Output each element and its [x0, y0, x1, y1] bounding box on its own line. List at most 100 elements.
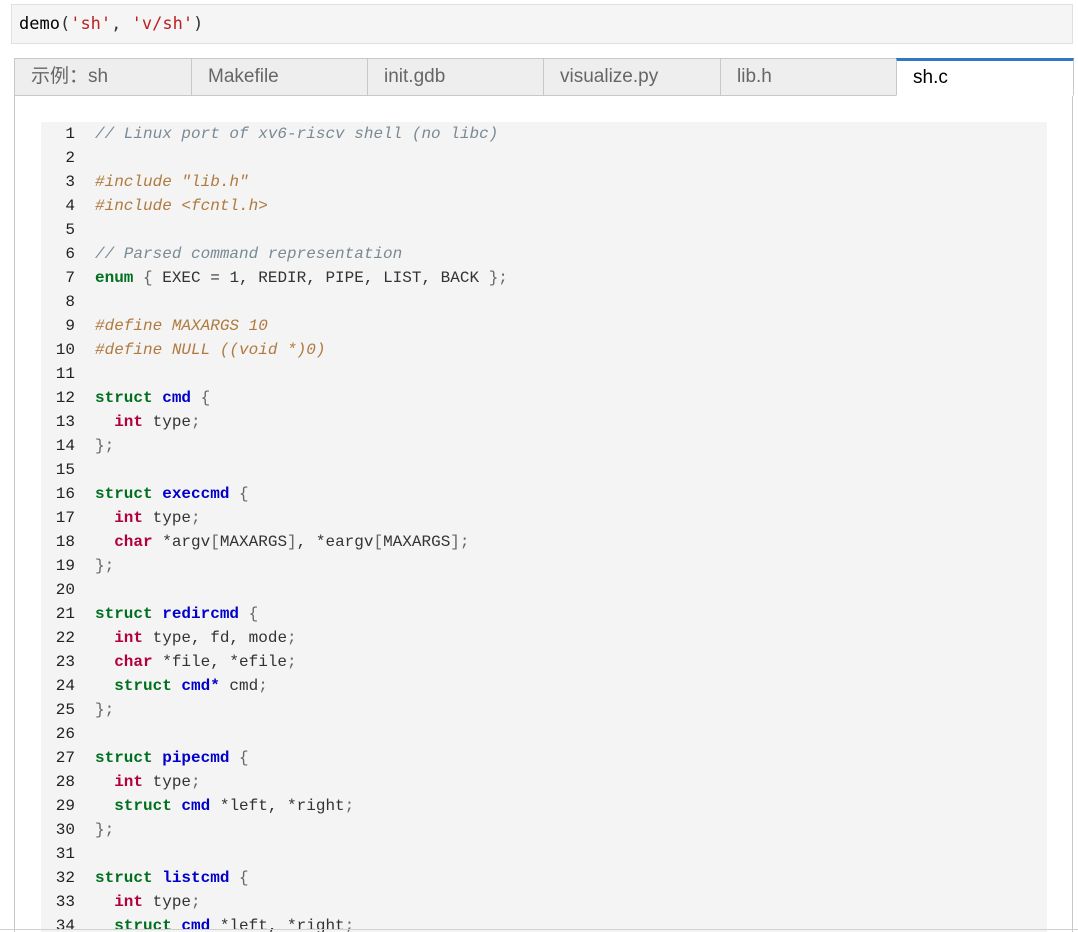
code-token-plain: EXEC = 1, REDIR, PIPE, LIST, BACK: [152, 269, 489, 287]
code-token-kw: struct: [95, 605, 153, 623]
line-source: #include "lib.h": [95, 170, 249, 194]
code-token-type: int: [114, 629, 144, 647]
line-source: #define NULL ((void *)0): [95, 338, 325, 362]
line-source: enum { EXEC = 1, REDIR, PIPE, LIST, BACK…: [95, 266, 508, 290]
line-number: 2: [65, 149, 75, 167]
line-source: int type;: [95, 770, 200, 794]
line-source: #include <fcntl.h>: [95, 194, 268, 218]
code-line: 15: [41, 458, 1047, 482]
line-number: 19: [55, 557, 75, 575]
code-token-punc: ];: [450, 533, 470, 551]
code-token-punc: {: [143, 269, 153, 287]
code-line: 6 // Parsed command representation: [41, 242, 1047, 266]
code-token-kw: enum: [95, 269, 134, 287]
line-number: 12: [55, 389, 75, 407]
code-token-plain: type: [143, 773, 192, 791]
code-line: 17 int type;: [41, 506, 1047, 530]
tab-init-gdb[interactable]: init.gdb: [367, 58, 544, 96]
code-token-name: redircmd: [162, 605, 240, 623]
code-token-punc: };: [95, 821, 115, 839]
code-token-kw: struct: [95, 389, 153, 407]
line-source: };: [95, 698, 114, 722]
code-token-type: int: [114, 893, 144, 911]
code-token-punc: {: [229, 869, 249, 887]
code-token-pre: #define MAXARGS 10: [95, 317, 268, 335]
line-number: 27: [55, 749, 75, 767]
cell-arg-1: 'sh': [70, 14, 112, 34]
code-token-plain: type: [143, 413, 192, 431]
code-token-kw: struct: [95, 869, 153, 887]
code-token-punc: ;: [191, 509, 201, 527]
tab-makefile[interactable]: Makefile: [191, 58, 368, 96]
code-token-kw: struct: [95, 485, 153, 503]
line-number: 17: [55, 509, 75, 527]
code-line: 7 enum { EXEC = 1, REDIR, PIPE, LIST, BAC…: [41, 266, 1047, 290]
code-token-name: listcmd: [162, 869, 230, 887]
code-listing[interactable]: 1 // Linux port of xv6-riscv shell (no li…: [41, 122, 1047, 932]
code-token-plain: , *eargv: [296, 533, 374, 551]
line-source: struct redircmd {: [95, 602, 258, 626]
line-source: // Linux port of xv6-riscv shell (no lib…: [95, 122, 498, 146]
line-number: 11: [55, 365, 75, 383]
code-line: 3 #include "lib.h": [41, 170, 1047, 194]
code-token-plain: MAXARGS: [383, 533, 451, 551]
line-source: struct cmd {: [95, 386, 210, 410]
line-source: int type;: [95, 506, 201, 530]
code-line: 19};: [41, 554, 1047, 578]
code-token-plain: *argv: [152, 533, 211, 551]
code-line: 22 int type, fd, mode;: [41, 626, 1047, 650]
code-token-punc: };: [95, 557, 115, 575]
line-source: char *argv[MAXARGS], *eargv[MAXARGS];: [95, 530, 470, 554]
cell-arg-separator: ,: [111, 14, 132, 34]
code-line: 23 char *file, *efile;: [41, 650, 1047, 674]
tab-content-panel: 1 // Linux port of xv6-riscv shell (no li…: [14, 95, 1073, 932]
code-line: 20: [41, 578, 1047, 602]
code-token-plain: *left, *right: [210, 797, 345, 815]
tab-sh-c[interactable]: sh.c: [896, 58, 1074, 96]
line-source: int type, fd, mode;: [95, 626, 297, 650]
code-token-plain: type: [143, 509, 192, 527]
line-source: struct cmd* cmd;: [95, 674, 268, 698]
code-line: 24 struct cmd* cmd;: [41, 674, 1047, 698]
code-line: 5: [41, 218, 1047, 242]
tab-visualize-py[interactable]: visualize.py: [543, 58, 721, 96]
code-token-kw: struct: [95, 749, 153, 767]
line-source: };: [95, 818, 114, 842]
line-number: 26: [55, 725, 75, 743]
code-token-kw: struct: [114, 677, 172, 695]
line-number: 10: [55, 341, 75, 359]
code-token-name: pipecmd: [162, 749, 230, 767]
code-line: 33 int type;: [41, 890, 1047, 914]
code-token-comment: // Parsed command representation: [95, 245, 403, 263]
code-line: 9 #define MAXARGS 10: [41, 314, 1047, 338]
line-source: struct cmd *left, *right;: [95, 794, 354, 818]
code-token-punc: ;: [344, 797, 355, 815]
code-token-punc: ;: [191, 413, 201, 431]
code-line: 27 struct pipecmd {: [41, 746, 1047, 770]
line-number: 21: [55, 605, 75, 623]
line-number: 20: [55, 581, 75, 599]
code-line: 11: [41, 362, 1047, 386]
line-number: 16: [55, 485, 75, 503]
code-line: 32 struct listcmd {: [41, 866, 1047, 890]
code-token-kw: struct: [114, 797, 172, 815]
tab-example-sh[interactable]: 示例：sh: [14, 58, 192, 96]
code-token-punc: ;: [287, 629, 297, 647]
line-source: struct listcmd {: [95, 866, 249, 890]
line-number: 13: [55, 413, 75, 431]
code-cell-input[interactable]: demo('sh', 'v/sh'): [11, 4, 1073, 44]
line-number: 4: [65, 197, 75, 215]
tab-lib-h[interactable]: lib.h: [720, 58, 897, 96]
code-token-punc: ;: [258, 677, 268, 695]
code-line: 26: [41, 722, 1047, 746]
code-line: 1 // Linux port of xv6-riscv shell (no li…: [41, 122, 1047, 146]
line-number: 29: [55, 797, 75, 815]
line-number: 7: [65, 269, 75, 287]
file-tab-bar: 示例：sh Makefile init.gdb visualize.py lib…: [14, 58, 1074, 96]
